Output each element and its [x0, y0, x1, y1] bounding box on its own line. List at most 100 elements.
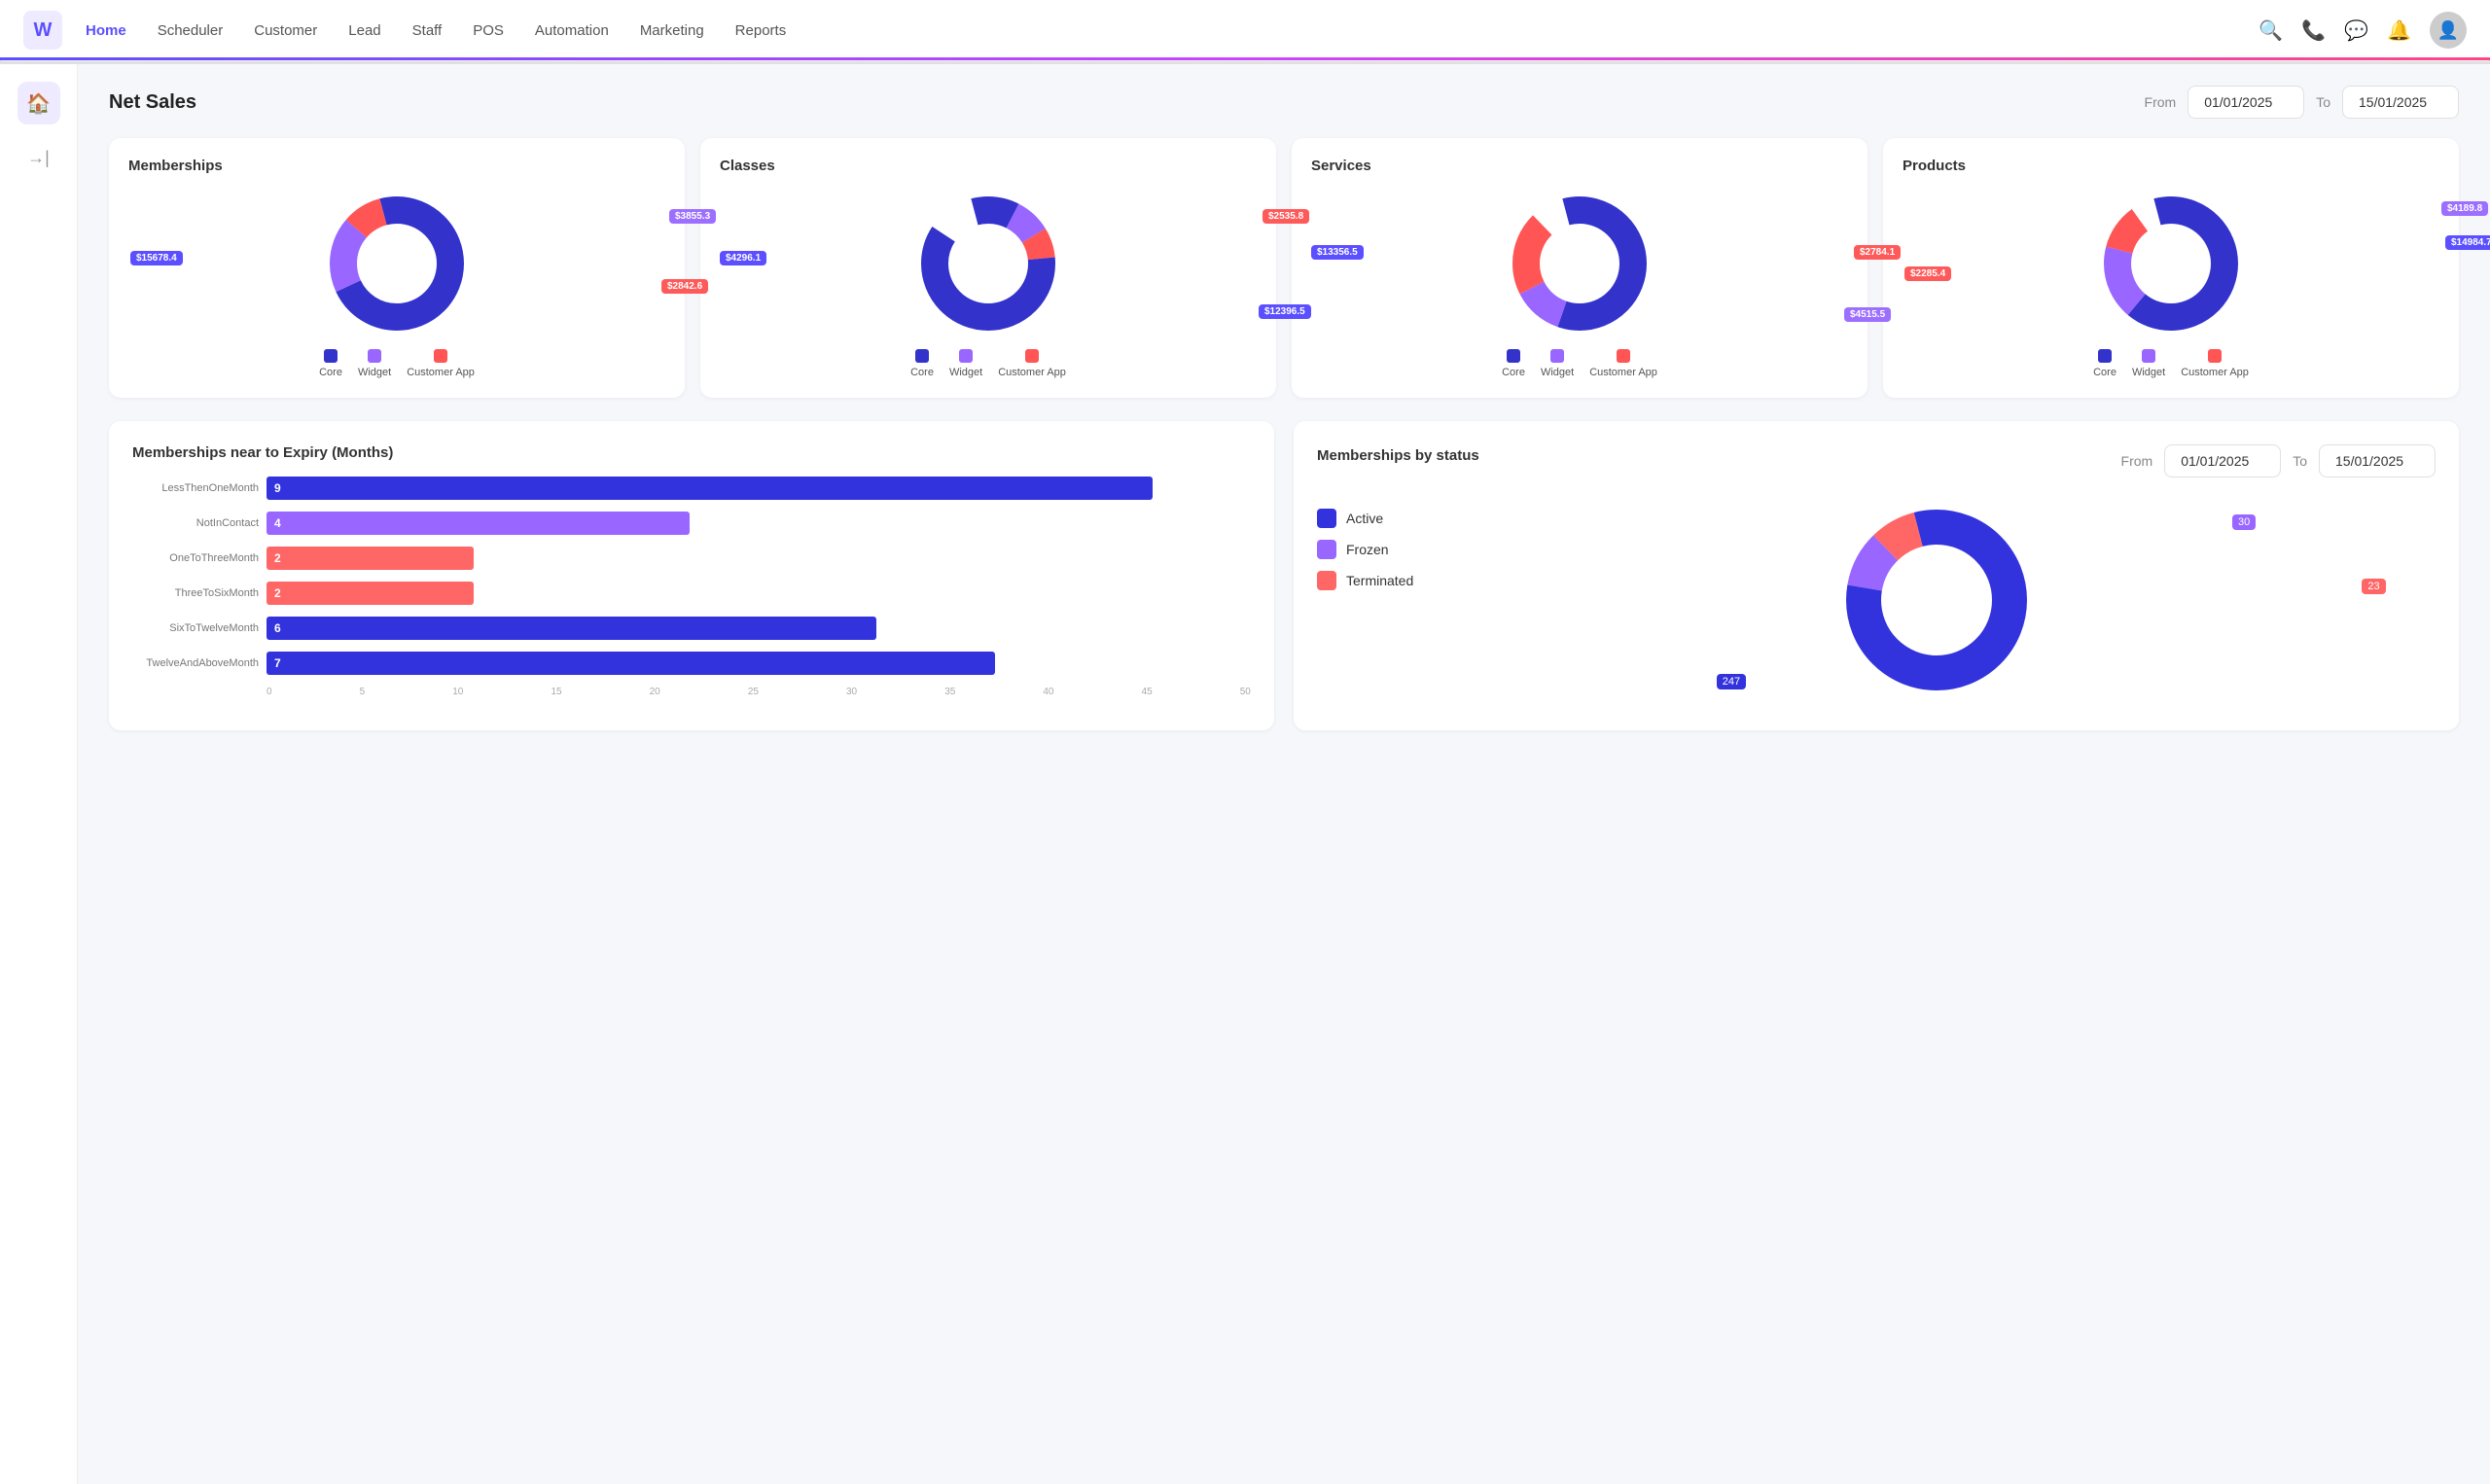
- bar-label-0: LessThenOneMonth: [132, 482, 259, 494]
- memberships-core-badge: $15678.4: [130, 251, 183, 265]
- axis-40: 40: [1043, 687, 1053, 697]
- phone-icon[interactable]: 📞: [2301, 18, 2325, 42]
- nav-scheduler[interactable]: Scheduler: [158, 18, 224, 43]
- services-app-dot: [1617, 349, 1630, 363]
- by-status-from-label: From: [2121, 453, 2153, 469]
- products-core-label: Core: [2093, 367, 2116, 378]
- bar-row-4: SixToTwelveMonth 6: [132, 617, 1251, 640]
- net-sales-title: Net Sales: [109, 91, 196, 114]
- sidebar-home-icon[interactable]: 🏠: [18, 82, 60, 124]
- status-donut-wrapper: 30 23 247: [1437, 493, 2436, 707]
- logo-icon[interactable]: W: [23, 11, 62, 50]
- avatar[interactable]: 👤: [2430, 12, 2467, 49]
- bar-fill-3: 2: [267, 582, 474, 605]
- search-icon[interactable]: 🔍: [2259, 18, 2282, 42]
- classes-legend-widget: Widget: [949, 349, 982, 378]
- products-donut: $14984.7 $4189.8 $2285.4: [1903, 186, 2439, 341]
- classes-donut: $4296.1 $2535.8 $12396.5: [720, 186, 1257, 341]
- status-frozen-badge: 30: [2232, 514, 2256, 530]
- classes-card: Classes $4296.1 $2535.8: [700, 138, 1276, 398]
- classes-core-badge: $4296.1: [720, 251, 766, 265]
- axis-30: 30: [846, 687, 857, 697]
- bar-value-1: 4: [267, 516, 281, 530]
- by-status-from-date[interactable]: 01/01/2025: [2164, 444, 2281, 477]
- products-app-dot: [2208, 349, 2222, 363]
- services-legend-app: Customer App: [1589, 349, 1657, 378]
- products-app-label: Customer App: [2181, 367, 2249, 378]
- active-label: Active: [1346, 511, 1383, 526]
- nav-lead[interactable]: Lead: [348, 18, 380, 43]
- products-widget-badge: $4189.8: [2441, 201, 2488, 216]
- bar-track-5: 7: [267, 652, 1251, 675]
- services-title: Services: [1311, 158, 1848, 174]
- status-active: Active: [1317, 509, 1413, 528]
- axis-5: 5: [360, 687, 366, 697]
- axis-35: 35: [944, 687, 955, 697]
- by-status-to-date[interactable]: 15/01/2025: [2319, 444, 2436, 477]
- to-date-input[interactable]: 15/01/2025: [2342, 86, 2459, 119]
- nav-customer[interactable]: Customer: [254, 18, 317, 43]
- bar-label-1: NotInContact: [132, 517, 259, 529]
- by-status-date-range: From 01/01/2025 To 15/01/2025: [2121, 444, 2436, 477]
- nav-pos[interactable]: POS: [473, 18, 504, 43]
- core-dot: [324, 349, 338, 363]
- nav-marketing[interactable]: Marketing: [640, 18, 704, 43]
- classes-core-label: Core: [910, 367, 934, 378]
- nav-links: Home Scheduler Customer Lead Staff POS A…: [86, 18, 2259, 43]
- memberships-legend: Core Widget Customer App: [128, 349, 665, 378]
- whatsapp-icon[interactable]: 💬: [2344, 18, 2367, 42]
- services-legend-core: Core: [1502, 349, 1525, 378]
- bar-value-4: 6: [267, 621, 281, 635]
- from-date-input[interactable]: 01/01/2025: [2188, 86, 2304, 119]
- products-legend: Core Widget Customer App: [1903, 349, 2439, 378]
- bar-label-2: OneToThreeMonth: [132, 552, 259, 564]
- products-title: Products: [1903, 158, 2439, 174]
- navbar: W Home Scheduler Customer Lead Staff POS…: [0, 0, 2490, 62]
- services-core-dot: [1507, 349, 1520, 363]
- axis-15: 15: [551, 687, 561, 697]
- status-active-badge: 247: [1717, 674, 1746, 689]
- classes-widget-dot: [959, 349, 973, 363]
- bar-fill-5: 7: [267, 652, 995, 675]
- classes-legend: Core Widget Customer App: [720, 349, 1257, 378]
- nav-staff[interactable]: Staff: [412, 18, 443, 43]
- bar-track-2: 2: [267, 547, 1251, 570]
- bar-track-4: 6: [267, 617, 1251, 640]
- legend-core: Core: [319, 349, 342, 378]
- bar-row-0: LessThenOneMonth 9: [132, 477, 1251, 500]
- terminated-label: Terminated: [1346, 573, 1413, 588]
- core-label: Core: [319, 367, 342, 378]
- bar-row-2: OneToThreeMonth 2: [132, 547, 1251, 570]
- products-core-badge: $14984.7: [2445, 235, 2490, 250]
- memberships-widget-badge: $3855.3: [669, 209, 716, 224]
- nav-automation[interactable]: Automation: [535, 18, 609, 43]
- products-legend-core: Core: [2093, 349, 2116, 378]
- products-card: Products $14984.7 $4189.8: [1883, 138, 2459, 398]
- bar-label-3: ThreeToSixMonth: [132, 587, 259, 599]
- notification-icon[interactable]: 🔔: [2387, 18, 2410, 42]
- layout: 🏠 →| Net Sales From 01/01/2025 To 15/01/…: [0, 62, 2490, 1484]
- bar-fill-4: 6: [267, 617, 876, 640]
- services-legend-widget: Widget: [1541, 349, 1574, 378]
- bar-fill-1: 4: [267, 512, 690, 535]
- nav-home[interactable]: Home: [86, 18, 126, 43]
- services-core-badge: $13356.5: [1311, 245, 1364, 260]
- memberships-app-badge: $2842.6: [661, 279, 708, 294]
- by-status-to-label: To: [2293, 453, 2307, 469]
- classes-legend-core: Core: [910, 349, 934, 378]
- bar-track-3: 2: [267, 582, 1251, 605]
- active-dot: [1317, 509, 1336, 528]
- nav-reports[interactable]: Reports: [735, 18, 787, 43]
- products-app-badge: $2285.4: [1904, 266, 1951, 281]
- status-terminated-badge: 23: [2362, 579, 2385, 594]
- bar-fill-2: 2: [267, 547, 474, 570]
- date-range: From 01/01/2025 To 15/01/2025: [2145, 86, 2459, 119]
- sidebar-collapse-icon[interactable]: →|: [27, 148, 50, 168]
- by-status-title: Memberships by status: [1317, 447, 1479, 464]
- classes-app-label: Customer App: [998, 367, 1066, 378]
- legend-customer-app: Customer App: [407, 349, 475, 378]
- axis-25: 25: [748, 687, 759, 697]
- axis-50: 50: [1240, 687, 1251, 697]
- frozen-label: Frozen: [1346, 542, 1389, 557]
- bar-value-0: 9: [267, 481, 281, 495]
